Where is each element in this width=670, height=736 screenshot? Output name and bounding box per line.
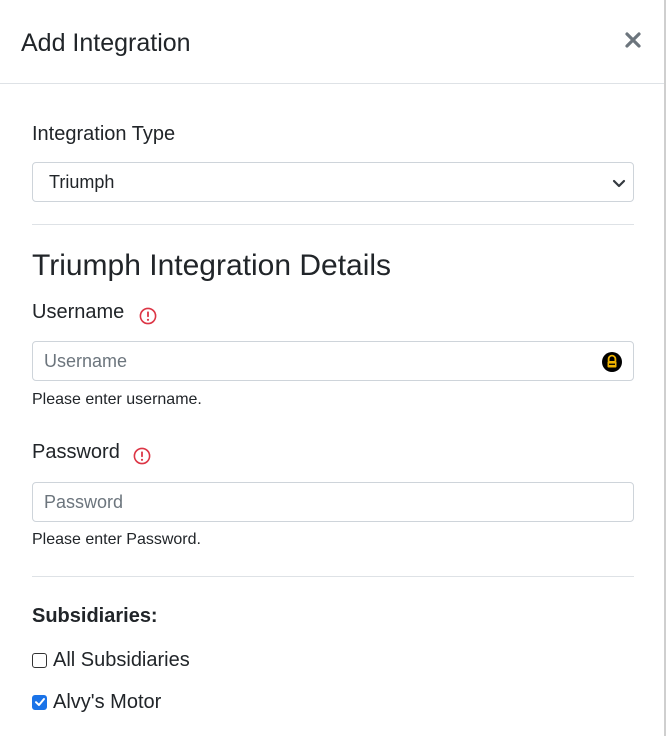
add-integration-modal: Add Integration Integration Type Triumph… [0,0,666,736]
password-help-text: Please enter Password. [32,531,201,548]
close-icon [625,32,641,48]
checkmark-icon [34,698,45,706]
modal-title: Add Integration [21,29,191,57]
password-label: Password [32,441,120,463]
integration-type-select[interactable]: Triumph [32,162,634,202]
integration-type-value: Triumph [49,171,115,192]
password-manager-lock-icon[interactable] [601,351,623,373]
chevron-down-icon [612,179,626,188]
integration-details-title: Triumph Integration Details [32,249,392,282]
subsidiaries-title: Subsidiaries: [32,605,158,627]
divider [32,224,634,225]
exclamation-circle-icon [139,307,157,325]
subsidiary-label: All Subsidiaries [53,649,190,671]
divider [32,576,634,577]
username-help-text: Please enter username. [32,391,202,408]
username-placeholder: Username [44,350,128,371]
integration-type-label: Integration Type [32,123,176,145]
modal-header: Add Integration [0,0,664,84]
subsidiary-label: Alvy's Motor [53,691,162,713]
username-input[interactable]: Username [32,341,634,381]
username-label: Username [32,301,125,323]
password-placeholder: Password [44,491,124,512]
alvys-motor-checkbox[interactable] [32,694,47,710]
exclamation-circle-icon [133,447,151,465]
all-subsidiaries-checkbox[interactable] [32,652,47,668]
subsidiary-option-alvys-motor[interactable]: Alvy's Motor [32,690,161,714]
password-input[interactable]: Password [32,482,634,522]
close-button[interactable] [620,27,646,53]
subsidiary-option-all[interactable]: All Subsidiaries [32,648,190,672]
